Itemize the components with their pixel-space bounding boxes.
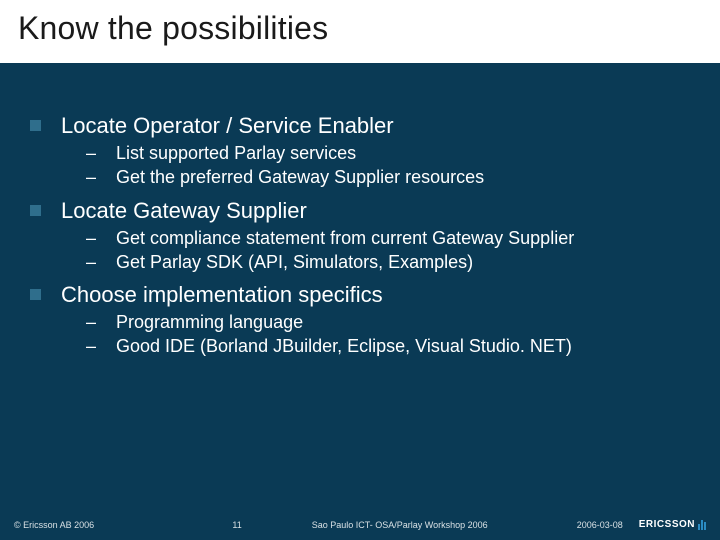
sub-item: – Get Parlay SDK (API, Simulators, Examp…: [86, 250, 690, 274]
ericsson-logo: ERICSSON: [639, 519, 706, 530]
dash-icon: –: [86, 334, 98, 358]
bullet-text: Locate Operator / Service Enabler: [61, 113, 394, 139]
sub-item: – List supported Parlay services: [86, 141, 690, 165]
sub-item: – Get compliance statement from current …: [86, 226, 690, 250]
sub-text: List supported Parlay services: [116, 141, 356, 165]
footer-copyright: © Ericsson AB 2006: [14, 520, 94, 530]
dash-icon: –: [86, 141, 98, 165]
dash-icon: –: [86, 310, 98, 334]
sub-list: – Programming language – Good IDE (Borla…: [86, 310, 690, 359]
sub-text: Good IDE (Borland JBuilder, Eclipse, Vis…: [116, 334, 572, 358]
bullet-text: Locate Gateway Supplier: [61, 198, 307, 224]
square-bullet-icon: [30, 120, 41, 131]
bullet-item: Choose implementation specifics: [30, 282, 690, 308]
sub-text: Get the preferred Gateway Supplier resou…: [116, 165, 484, 189]
dash-icon: –: [86, 250, 98, 274]
sub-item: – Good IDE (Borland JBuilder, Eclipse, V…: [86, 334, 690, 358]
sub-item: – Get the preferred Gateway Supplier res…: [86, 165, 690, 189]
slide-footer: © Ericsson AB 2006 11 Sao Paulo ICT- OSA…: [0, 519, 720, 530]
bullet-item: Locate Gateway Supplier: [30, 198, 690, 224]
square-bullet-icon: [30, 205, 41, 216]
sub-list: – Get compliance statement from current …: [86, 226, 690, 275]
sub-item: – Programming language: [86, 310, 690, 334]
footer-date: 2006-03-08: [577, 520, 623, 530]
footer-center: 11 Sao Paulo ICT- OSA/Parlay Workshop 20…: [232, 520, 487, 530]
footer-event: Sao Paulo ICT- OSA/Parlay Workshop 2006: [312, 520, 488, 530]
title-bar: Know the possibilities: [0, 0, 720, 63]
sub-text: Get Parlay SDK (API, Simulators, Example…: [116, 250, 473, 274]
bullet-text: Choose implementation specifics: [61, 282, 383, 308]
square-bullet-icon: [30, 289, 41, 300]
sub-list: – List supported Parlay services – Get t…: [86, 141, 690, 190]
bullet-item: Locate Operator / Service Enabler: [30, 113, 690, 139]
sub-text: Programming language: [116, 310, 303, 334]
slide-title: Know the possibilities: [18, 10, 702, 47]
slide-content: Locate Operator / Service Enabler – List…: [0, 63, 720, 359]
dash-icon: –: [86, 165, 98, 189]
sub-text: Get compliance statement from current Ga…: [116, 226, 574, 250]
dash-icon: –: [86, 226, 98, 250]
footer-right: 2006-03-08 ERICSSON: [577, 519, 706, 530]
logo-bars-icon: [698, 520, 706, 530]
logo-text: ERICSSON: [639, 519, 695, 530]
footer-page-number: 11: [232, 520, 241, 530]
